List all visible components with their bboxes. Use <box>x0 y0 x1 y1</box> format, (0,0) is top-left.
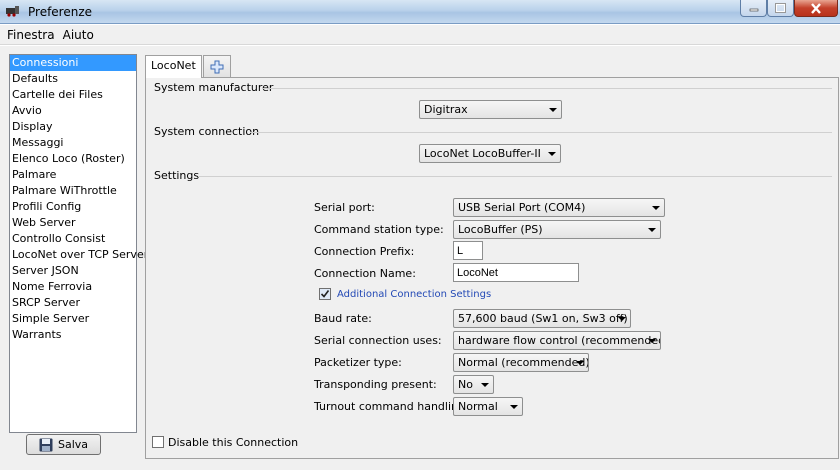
packetizer-label: Packetizer type: <box>314 356 402 369</box>
minimize-icon <box>749 8 758 12</box>
connection-prefix-label: Connection Prefix: <box>314 245 415 258</box>
sidebar-item-srcp[interactable]: SRCP Server <box>10 295 136 311</box>
serial-port-label: Serial port: <box>314 201 375 214</box>
maximize-button[interactable] <box>767 0 794 17</box>
sidebar-item-defaults[interactable]: Defaults <box>10 71 136 87</box>
connection-name-input[interactable] <box>453 263 579 282</box>
serial-uses-value: hardware flow control (recommended) <box>458 334 661 347</box>
system-manufacturer-select[interactable]: Digitrax <box>419 100 562 119</box>
sidebar-item-web-server[interactable]: Web Server <box>10 215 136 231</box>
sidebar-item-palmare[interactable]: Palmare <box>10 167 136 183</box>
sidebar-item-cartelle[interactable]: Cartelle dei Files <box>10 87 136 103</box>
baud-rate-value: 57,600 baud (Sw1 on, Sw3 off) <box>458 312 628 325</box>
sidebar-item-simple-server[interactable]: Simple Server <box>10 311 136 327</box>
dropdown-arrow-icon <box>648 339 656 343</box>
maximize-icon <box>775 3 786 13</box>
system-manufacturer-heading: System manufacturer <box>154 81 274 94</box>
dropdown-arrow-icon <box>548 152 556 156</box>
system-connection-select[interactable]: LocoNet LocoBuffer-II <box>419 144 561 163</box>
save-button-label: Salva <box>57 438 89 451</box>
menu-aiuto[interactable]: Aiuto <box>63 28 94 42</box>
serial-port-value: USB Serial Port (COM4) <box>458 201 586 214</box>
system-connection-value: LocoNet LocoBuffer-II <box>424 147 541 160</box>
preferences-body: Connessioni Defaults Cartelle dei Files … <box>0 46 840 470</box>
tab-loconet[interactable]: LocoNet <box>145 55 202 78</box>
serial-uses-select[interactable]: hardware flow control (recommended) <box>453 331 661 350</box>
window-title: Preferenze <box>28 5 93 19</box>
dropdown-arrow-icon <box>652 206 660 210</box>
serial-port-select[interactable]: USB Serial Port (COM4) <box>453 198 665 217</box>
sidebar-item-nome-ferrovia[interactable]: Nome Ferrovia <box>10 279 136 295</box>
sidebar-item-connessioni[interactable]: Connessioni <box>10 55 136 71</box>
connection-prefix-input[interactable] <box>453 241 483 260</box>
separator <box>262 88 832 89</box>
sidebar-item-avvio[interactable]: Avvio <box>10 103 136 119</box>
system-connection-heading: System connection <box>154 125 260 138</box>
sidebar-item-withrottle[interactable]: Palmare WiThrottle <box>10 183 136 199</box>
sidebar-item-consist[interactable]: Controllo Consist <box>10 231 136 247</box>
turnout-select[interactable]: Normal <box>453 397 523 416</box>
packetizer-select[interactable]: Normal (recommended) <box>453 353 589 372</box>
turnout-label: Turnout command handling: <box>314 400 469 413</box>
add-connection-tab[interactable] <box>203 55 231 77</box>
checkmark-icon <box>320 290 330 298</box>
additional-settings-checkbox[interactable] <box>319 288 331 300</box>
plus-icon <box>210 60 224 73</box>
separator <box>198 176 832 177</box>
sidebar-item-roster[interactable]: Elenco Loco (Roster) <box>10 151 136 167</box>
baud-rate-select[interactable]: 57,600 baud (Sw1 on, Sw3 off) <box>453 309 631 328</box>
save-button[interactable]: Salva <box>26 434 101 455</box>
transponding-value: No <box>458 378 473 391</box>
connection-panel: System manufacturer Digitrax System conn… <box>145 77 839 459</box>
disable-connection-checkbox[interactable] <box>152 436 164 448</box>
minimize-button[interactable] <box>740 0 767 17</box>
transponding-select[interactable]: No <box>453 375 494 394</box>
disable-connection-label: Disable this Connection <box>168 436 299 449</box>
menu-finestra[interactable]: Finestra <box>7 28 55 42</box>
serial-uses-label: Serial connection uses: <box>314 334 442 347</box>
baud-rate-label: Baud rate: <box>314 312 372 325</box>
dropdown-arrow-icon <box>618 317 626 321</box>
packetizer-value: Normal (recommended) <box>458 356 589 369</box>
sidebar-item-messaggi[interactable]: Messaggi <box>10 135 136 151</box>
preferences-list[interactable]: Connessioni Defaults Cartelle dei Files … <box>9 54 148 433</box>
dropdown-arrow-icon <box>549 108 557 112</box>
sidebar-item-json[interactable]: Server JSON <box>10 263 136 279</box>
turnout-value: Normal <box>458 400 498 413</box>
app-train-icon <box>6 6 19 17</box>
menu-bar: Finestra Aiuto <box>0 25 840 45</box>
close-button[interactable] <box>794 0 838 17</box>
sidebar-item-warrants[interactable]: Warrants <box>10 327 136 343</box>
command-station-label: Command station type: <box>314 223 444 236</box>
sidebar-item-display[interactable]: Display <box>10 119 136 135</box>
transponding-label: Transponding present: <box>314 378 437 391</box>
settings-heading: Settings <box>154 169 200 182</box>
system-manufacturer-value: Digitrax <box>424 103 468 116</box>
additional-settings-label[interactable]: Additional Connection Settings <box>337 289 491 300</box>
dropdown-arrow-icon <box>648 228 656 232</box>
close-icon <box>811 2 821 14</box>
sidebar-item-loconet-tcp[interactable]: LocoNet over TCP Server <box>10 247 148 263</box>
dropdown-arrow-icon <box>510 405 518 409</box>
dropdown-arrow-icon <box>576 361 584 365</box>
command-station-select[interactable]: LocoBuffer (PS) <box>453 220 661 239</box>
connection-name-label: Connection Name: <box>314 267 416 280</box>
title-bar: Preferenze <box>0 0 840 24</box>
dropdown-arrow-icon <box>481 383 489 387</box>
separator <box>250 132 832 133</box>
sidebar-item-profili[interactable]: Profili Config <box>10 199 136 215</box>
floppy-disk-icon <box>39 438 53 451</box>
command-station-value: LocoBuffer (PS) <box>458 223 543 236</box>
